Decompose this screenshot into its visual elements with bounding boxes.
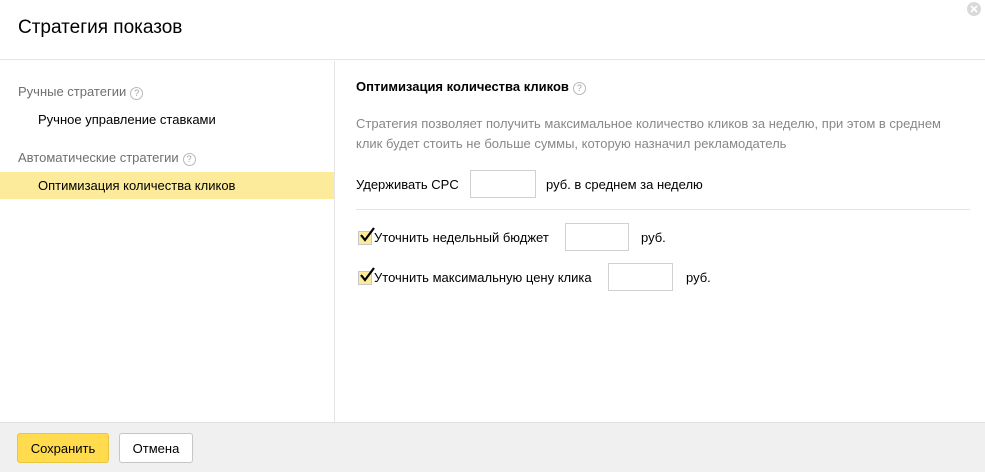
- section-title: Оптимизация количества кликов?: [356, 78, 586, 96]
- cancel-button[interactable]: Отмена: [119, 433, 193, 463]
- auto-strategies-group: Автоматические стратегии?: [18, 149, 196, 167]
- weekly-budget-checkbox[interactable]: [358, 227, 375, 245]
- max-click-price-label: Уточнить максимальную цену клика: [374, 270, 592, 285]
- sidebar-item-label: Ручное управление ставками: [38, 112, 216, 127]
- dialog-title: Стратегия показов: [18, 17, 183, 38]
- weekly-budget-input[interactable]: [565, 223, 629, 251]
- max-click-price-suffix: руб.: [686, 270, 711, 285]
- max-click-price-checkbox[interactable]: [358, 267, 375, 285]
- strategy-sidebar: Ручные стратегии? Ручное управление став…: [0, 61, 335, 422]
- sidebar-item-click-optimization[interactable]: Оптимизация количества кликов: [0, 172, 334, 199]
- weekly-budget-suffix: руб.: [641, 230, 666, 245]
- cpc-suffix: руб. в среднем за неделю: [546, 177, 703, 192]
- strategy-settings: Оптимизация количества кликов? Стратегия…: [356, 61, 970, 422]
- cpc-input[interactable]: [470, 170, 536, 198]
- dialog-header: Стратегия показов: [0, 0, 985, 60]
- sidebar-item-label: Оптимизация количества кликов: [38, 178, 236, 193]
- close-icon[interactable]: [967, 2, 981, 16]
- dialog-footer: Сохранить Отмена: [0, 422, 985, 472]
- auto-strategies-label: Автоматические стратегии: [18, 150, 179, 165]
- max-click-price-input[interactable]: [608, 263, 673, 291]
- divider: [356, 209, 970, 210]
- cpc-label: Удерживать CPC: [356, 177, 459, 192]
- manual-strategies-label: Ручные стратегии: [18, 84, 127, 99]
- section-title-text: Оптимизация количества кликов: [356, 79, 569, 94]
- strategy-dialog: Стратегия показов Ручные стратегии? Ручн…: [0, 0, 985, 472]
- save-button[interactable]: Сохранить: [17, 433, 109, 463]
- help-icon[interactable]: ?: [130, 87, 144, 100]
- help-icon[interactable]: ?: [572, 82, 586, 95]
- strategy-description: Стратегия позволяет получить максимально…: [356, 116, 941, 151]
- help-icon[interactable]: ?: [182, 153, 196, 166]
- weekly-budget-label: Уточнить недельный бюджет: [374, 230, 549, 245]
- sidebar-item-manual-bids[interactable]: Ручное управление ставками: [0, 106, 334, 133]
- manual-strategies-group: Ручные стратегии?: [18, 83, 144, 101]
